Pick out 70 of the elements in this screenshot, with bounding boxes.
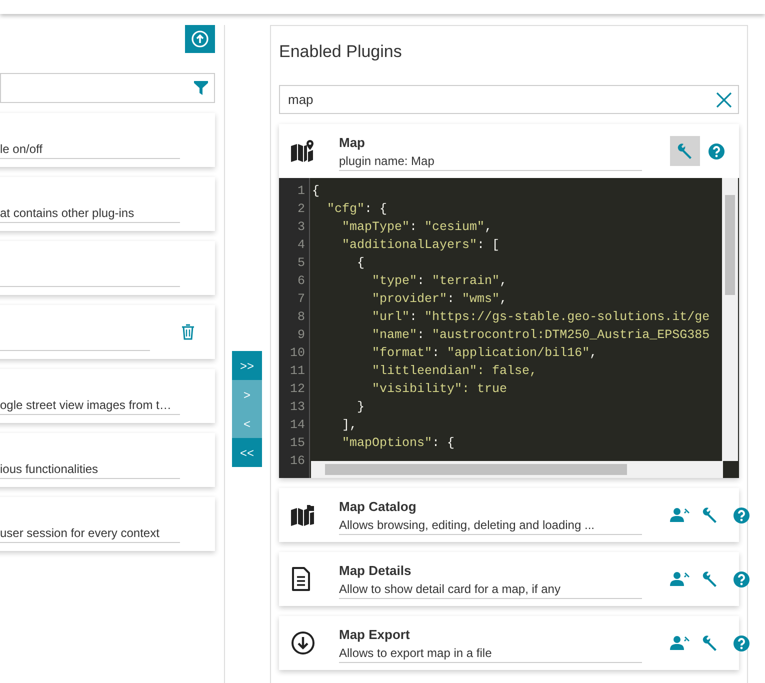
plugin-title: Map Details	[339, 562, 412, 578]
plugin-title: Map Export	[339, 626, 410, 642]
upload-icon	[191, 30, 209, 48]
line-number: 15	[288, 435, 306, 452]
code-line: "mapType": "cesium",	[341, 219, 494, 236]
line-number: 4	[296, 237, 306, 254]
plugin-title: Map	[339, 134, 365, 150]
transfer-button[interactable]: >>	[232, 351, 262, 380]
download-icon	[291, 631, 315, 655]
plugin-description: ious functionalities	[0, 461, 180, 479]
plugin-title: Map Catalog	[339, 498, 416, 514]
line-number: 14	[288, 417, 306, 434]
plugin-description: plugin name: Map	[339, 152, 642, 170]
line-number: 9	[296, 327, 306, 344]
horizontal-scrollbar[interactable]	[311, 461, 723, 478]
line-number: 6	[296, 273, 306, 290]
configure-button[interactable]	[670, 136, 700, 166]
user-wrench-icon	[670, 571, 690, 587]
code-line: "provider": "wms",	[371, 291, 508, 308]
wrench-icon	[701, 570, 719, 588]
wrench-icon	[701, 634, 719, 652]
filter-field[interactable]	[0, 73, 215, 103]
wrench-icon	[701, 506, 719, 524]
plugin-description: le on/off	[0, 141, 180, 159]
line-number: 8	[296, 309, 306, 326]
plugin-description: ogle street view images from t…	[0, 397, 180, 415]
help-icon	[708, 142, 724, 160]
plugin-description: Allows to export map in a file	[339, 644, 642, 662]
plugin-description: at contains other plug-ins	[0, 205, 180, 223]
line-number: 16	[288, 453, 306, 470]
user-wrench-icon	[670, 635, 690, 651]
trash-icon	[181, 324, 195, 340]
code-line: "type": "terrain",	[371, 273, 508, 290]
line-number: 3	[296, 219, 306, 236]
code-line: {	[356, 255, 366, 272]
wrench-icon	[676, 142, 694, 160]
code-editor[interactable]	[279, 178, 739, 478]
code-line: "format": "application/bil16",	[371, 345, 598, 362]
code-line: "mapOptions": {	[341, 435, 456, 452]
upload-button[interactable]	[185, 25, 215, 53]
plugin-description: user session for every context	[0, 525, 180, 543]
code-line: ],	[341, 417, 358, 434]
line-number: 1	[296, 183, 306, 200]
line-number: 7	[296, 291, 306, 308]
map-pin-icon	[291, 140, 315, 162]
line-number: 2	[296, 201, 306, 218]
code-line: "additionalLayers": [	[341, 237, 501, 254]
document-icon	[291, 567, 311, 591]
plugin-description: Allow to show detail card for a map, if any	[339, 580, 642, 598]
transfer-button[interactable]: <<	[232, 438, 262, 467]
user-wrench-icon	[670, 507, 690, 523]
code-line: "name": "austrocontrol:DTM250_Austria_EPSG385	[371, 327, 711, 344]
code-line: {	[312, 183, 321, 200]
plugin-description: Allows browsing, editing, deleting and loading ...	[339, 516, 642, 534]
vertical-scrollbar[interactable]	[722, 178, 738, 461]
line-number: 11	[288, 363, 306, 380]
code-line: }	[356, 399, 366, 416]
line-number: 5	[296, 255, 306, 272]
code-line: "littleendian": false,	[371, 363, 538, 380]
code-line: "visibility": true	[371, 381, 508, 398]
search-field[interactable]: map	[279, 85, 739, 114]
code-line: "cfg": {	[326, 201, 388, 218]
line-number: 10	[288, 345, 306, 362]
filter-icon	[194, 81, 208, 95]
close-icon	[716, 92, 732, 108]
line-number: 13	[288, 399, 306, 416]
panel-title: Enabled Plugins	[279, 41, 403, 63]
line-number: 12	[288, 381, 306, 398]
code-line: "url": "https://gs-stable.geo-solutions.it/ge	[371, 309, 711, 326]
map-folder-icon	[291, 504, 315, 526]
